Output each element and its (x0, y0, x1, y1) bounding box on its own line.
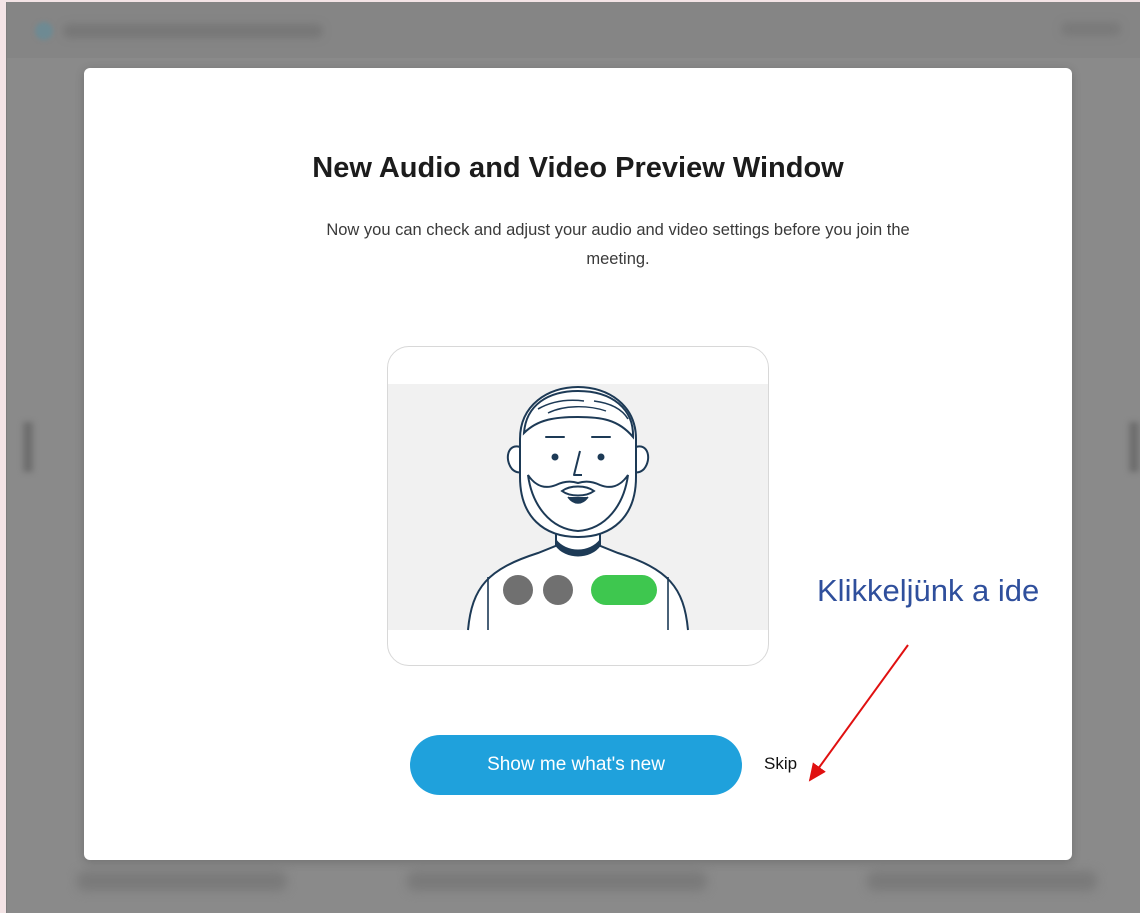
screenshot-stage: New Audio and Video Preview Window Now y… (0, 0, 1140, 913)
join-indicator-icon (591, 575, 657, 605)
app-title-blurred (63, 24, 323, 38)
whats-new-dialog: New Audio and Video Preview Window Now y… (84, 68, 1072, 860)
dialog-description: Now you can check and adjust your audio … (326, 221, 910, 268)
camera-indicator-icon (543, 575, 573, 605)
window-controls-blurred (1061, 22, 1121, 36)
app-logo-icon (35, 22, 53, 40)
preview-illustration-card (387, 346, 769, 666)
annotation-callout-text: Klikkeljünk a ide (817, 573, 1040, 608)
side-nav-handle-right (1129, 422, 1139, 472)
dialog-title: New Audio and Video Preview Window (312, 152, 844, 184)
skip-button[interactable]: Skip (764, 754, 797, 774)
bottom-bar-item-blurred (77, 871, 287, 891)
bottom-bar-item-blurred (867, 871, 1097, 891)
avatar-preview-illustration-icon (388, 384, 768, 631)
side-nav-handle-left (23, 422, 33, 472)
app-titlebar (7, 2, 1140, 58)
bottom-bar-item-blurred (407, 871, 707, 891)
show-whats-new-button[interactable]: Show me what's new (410, 735, 742, 795)
microphone-indicator-icon (503, 575, 533, 605)
